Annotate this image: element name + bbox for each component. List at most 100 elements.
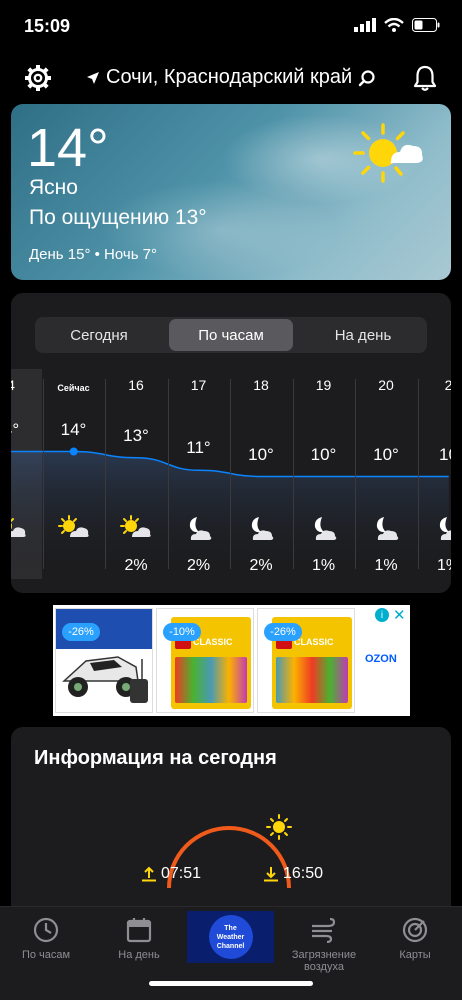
hourly-forecast-card: Сегодня По часам На день 44°Сейчас14°161… bbox=[11, 293, 451, 593]
advertiser-logo: OZON bbox=[365, 653, 397, 665]
wind-icon bbox=[312, 917, 336, 943]
tab-bar-label: Карты bbox=[399, 949, 431, 961]
hour-column[interactable]: 16 13° 2% bbox=[105, 369, 167, 579]
hour-temperature: 13° bbox=[123, 425, 149, 445]
sunset-time: 16:50 bbox=[283, 865, 324, 882]
hour-temperature: 14° bbox=[60, 419, 87, 439]
hour-separator bbox=[355, 379, 356, 569]
ad-info-icon[interactable]: i bbox=[375, 608, 389, 622]
hour-temperature: 11° bbox=[186, 438, 211, 458]
today-title: Информация на сегодня bbox=[34, 747, 277, 769]
ad-banner[interactable]: -26% CLASSIC -10% CLASSIC -26% OZON i ✕ bbox=[53, 605, 410, 716]
hour-precipitation: 2% bbox=[124, 557, 148, 574]
forecast-segmented-control: Сегодня По часам На день bbox=[35, 317, 427, 353]
hour-separator bbox=[292, 379, 294, 569]
hour-column[interactable]: 2 10 1% bbox=[418, 369, 451, 579]
day-night-temps: День 15° • Ночь 7° bbox=[29, 246, 158, 263]
logo-line: Channel bbox=[216, 942, 245, 950]
moon-cloud-icon bbox=[245, 515, 277, 543]
hour-separator bbox=[105, 379, 106, 569]
ad-product-toy-car[interactable]: -26% bbox=[55, 608, 153, 713]
hour-temperature: 10 bbox=[439, 444, 451, 464]
tab-today[interactable]: Сегодня bbox=[37, 319, 161, 351]
background-cloud bbox=[101, 180, 341, 280]
current-conditions-card[interactable]: 14° Ясно По ощущению 13° День 15° • Ночь… bbox=[11, 104, 451, 280]
hour-temperature: 10° bbox=[248, 444, 274, 464]
hour-column[interactable]: 20 10° 1% bbox=[355, 369, 417, 579]
tab-bar-maps[interactable]: Карты bbox=[384, 913, 446, 973]
hour-label: 17 bbox=[190, 377, 207, 393]
hour-label: 20 bbox=[378, 377, 394, 393]
hour-column[interactable]: 17 11° 2% bbox=[168, 369, 230, 579]
moon-cloud-icon bbox=[370, 515, 402, 543]
tab-bar-hourly[interactable]: По часам bbox=[10, 913, 82, 973]
sun-cloud-icon bbox=[57, 515, 90, 543]
ad-product-lego-1[interactable]: CLASSIC -10% bbox=[156, 608, 254, 713]
discount-badge: -10% bbox=[163, 623, 201, 641]
hour-separator bbox=[167, 379, 169, 569]
hourly-strip[interactable]: 4 4° Сейчас 14° 16 13° 2% 17 11° 2% 18 10° 2% 19 10° 1%… bbox=[11, 369, 451, 593]
location-arrow-icon bbox=[87, 71, 99, 84]
wifi-icon bbox=[384, 18, 404, 32]
radar-icon bbox=[402, 917, 428, 943]
logo-line: The bbox=[224, 924, 237, 932]
ad-product-lego-2[interactable]: CLASSIC -26% bbox=[257, 608, 355, 713]
hour-separator bbox=[42, 379, 44, 569]
sunrise: 07:51 bbox=[141, 865, 201, 883]
tab-bar-daily[interactable]: На день bbox=[103, 913, 175, 973]
location-selector[interactable]: Сочи, Краснодарский край bbox=[86, 66, 376, 89]
today-info-card: Информация на сегодня 07:51 16:50 bbox=[11, 727, 451, 927]
hour-temperature: 10° bbox=[310, 444, 337, 464]
hour-label: Сейчас bbox=[57, 383, 90, 393]
hour-temperature: 10° bbox=[373, 444, 399, 464]
location-name: Сочи, Краснодарский край bbox=[106, 66, 353, 88]
tab-bar-air-quality[interactable]: Загрязнение воздуха bbox=[272, 913, 376, 973]
status-icons bbox=[354, 18, 440, 32]
hour-label: 19 bbox=[315, 377, 332, 393]
weather-channel-logo: The Weather Channel bbox=[208, 915, 253, 959]
bell-icon bbox=[413, 65, 437, 91]
hour-column[interactable]: 19 10° 1% bbox=[293, 369, 355, 579]
hour-precipitation: 2% bbox=[186, 557, 211, 574]
sun-icon bbox=[266, 814, 292, 840]
calendar-icon bbox=[126, 918, 152, 943]
moon-cloud-icon bbox=[308, 515, 340, 543]
signal-icon bbox=[354, 18, 376, 32]
gear-icon bbox=[25, 65, 51, 91]
sun-cloud-icon bbox=[120, 515, 152, 543]
hour-separator bbox=[417, 379, 419, 569]
sunrise-icon bbox=[142, 866, 156, 882]
sun-cloud-icon bbox=[11, 515, 27, 543]
tab-bar-label: По часам bbox=[21, 949, 71, 961]
discount-badge: -26% bbox=[264, 623, 302, 641]
ad-close-icon[interactable]: ✕ bbox=[393, 606, 406, 624]
hour-column[interactable]: 4 4° bbox=[11, 369, 42, 579]
discount-badge: -26% bbox=[62, 623, 100, 641]
status-time: 15:09 bbox=[24, 16, 71, 36]
tab-daily[interactable]: На день bbox=[301, 319, 425, 351]
top-bar: Сочи, Краснодарский край bbox=[0, 56, 462, 100]
tab-hourly[interactable]: По часам bbox=[169, 319, 293, 351]
sunset-icon bbox=[264, 867, 278, 882]
search-icon bbox=[359, 69, 375, 86]
logo-line: Weather bbox=[216, 933, 245, 941]
sunrise-time: 07:51 bbox=[161, 865, 202, 882]
settings-button[interactable] bbox=[24, 64, 52, 92]
hour-temperature: 4° bbox=[11, 419, 20, 439]
notifications-button[interactable] bbox=[412, 64, 438, 92]
hour-column[interactable]: Сейчас 14° bbox=[43, 369, 105, 579]
battery-icon bbox=[412, 18, 440, 32]
tab-bar-label: Загрязнение воздуха bbox=[291, 949, 357, 973]
lego-bricks bbox=[175, 657, 247, 703]
hour-precipitation: 1% bbox=[311, 557, 336, 574]
tab-bar-label: На день bbox=[118, 949, 160, 961]
current-temperature: 14° bbox=[27, 118, 109, 178]
current-condition: Ясно bbox=[29, 176, 78, 199]
hour-precipitation: 2% bbox=[249, 557, 273, 574]
hour-label: 2 bbox=[444, 377, 451, 393]
hour-label: 18 bbox=[253, 377, 269, 393]
hour-separator bbox=[230, 379, 231, 569]
home-indicator bbox=[149, 981, 313, 986]
hour-column[interactable]: 18 10° 2% bbox=[230, 369, 292, 579]
weather-channel-logo-button[interactable]: The Weather Channel bbox=[187, 911, 274, 963]
